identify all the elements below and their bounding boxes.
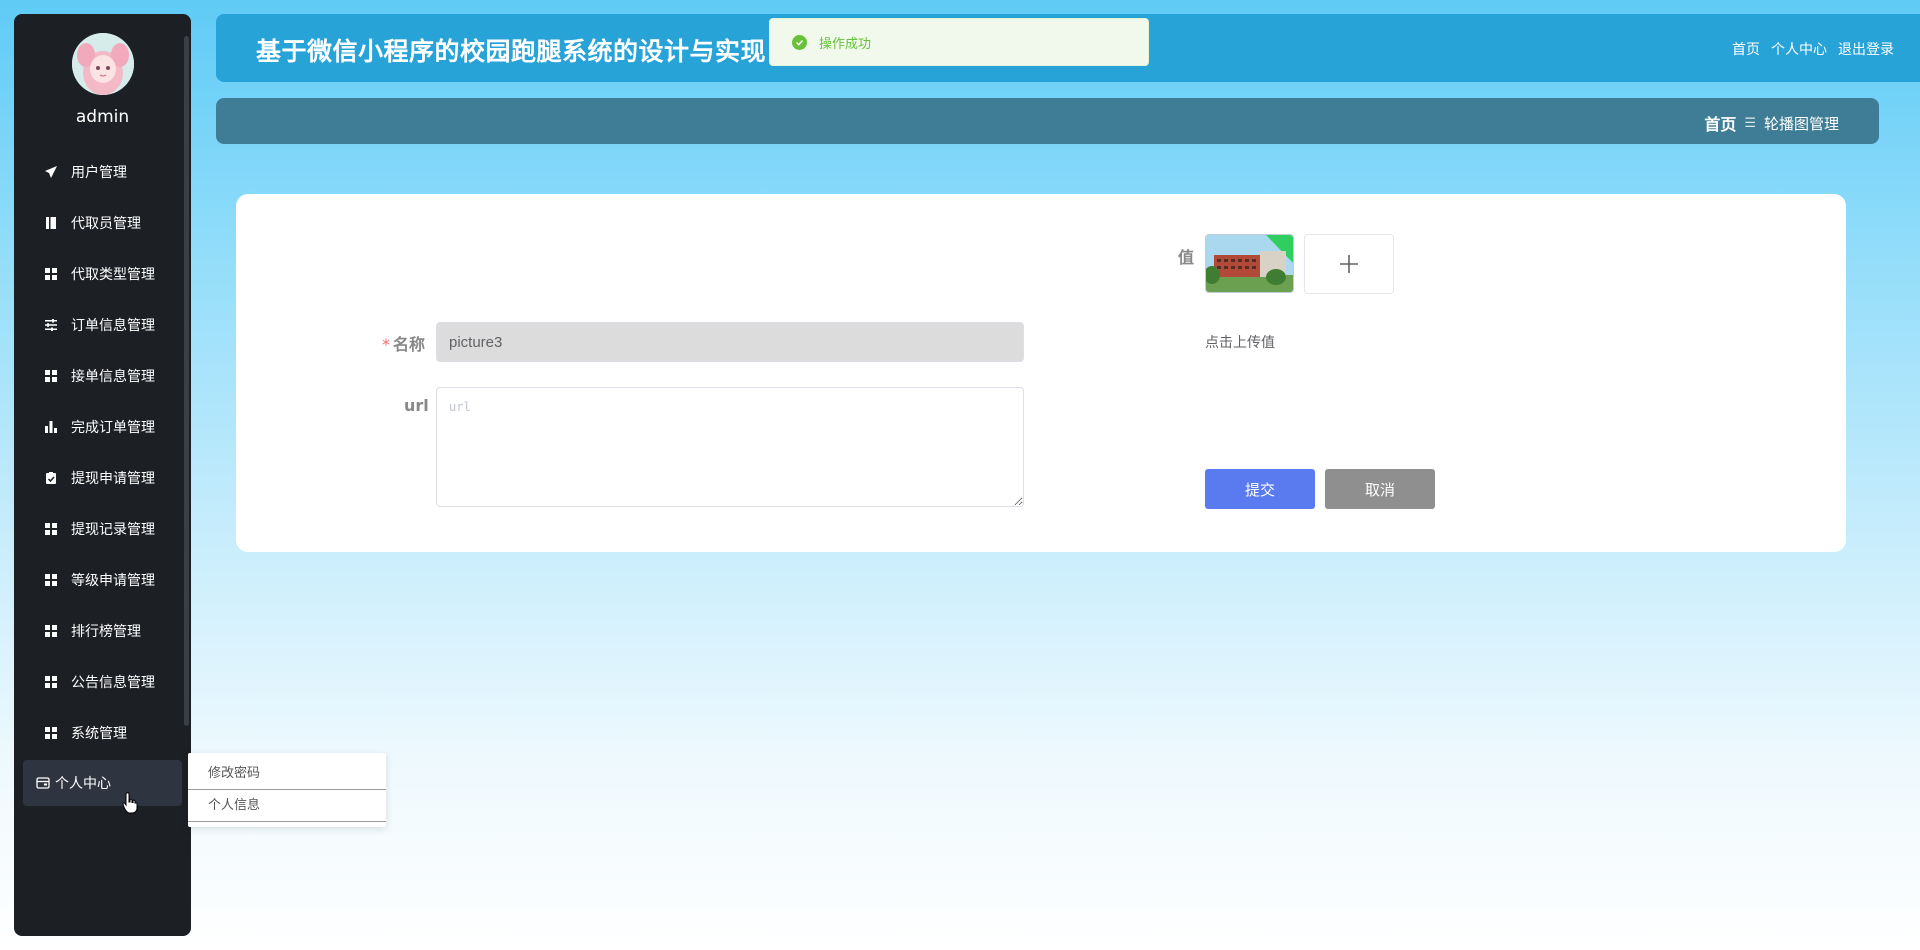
sidebar-item-order-info-management[interactable]: 订单信息管理 — [14, 299, 191, 350]
personal-center-dropdown: 修改密码 个人信息 — [188, 753, 386, 827]
submit-button[interactable]: 提交 — [1205, 469, 1315, 509]
sidebar-item-label: 代取员管理 — [71, 215, 141, 232]
grid-icon — [45, 726, 57, 739]
avatar — [72, 33, 134, 95]
sidebar-item-pickup-type-management[interactable]: 代取类型管理 — [14, 248, 191, 299]
form-card: *名称 url 值 点击上传值 提交 取消 — [236, 194, 1846, 552]
sidebar-item-label: 代取类型管理 — [71, 266, 155, 283]
sidebar-item-label: 个人中心 — [55, 776, 111, 792]
grid-icon — [45, 369, 57, 382]
sidebar-item-label: 完成订单管理 — [71, 419, 155, 436]
sidebar-item-label: 提现申请管理 — [71, 470, 155, 487]
sidebar-item-user-management[interactable]: 用户管理 — [14, 146, 191, 197]
url-input[interactable] — [436, 387, 1024, 507]
upload-hint: 点击上传值 — [1205, 335, 1275, 351]
sliders-icon — [45, 318, 57, 331]
check-circle-icon — [792, 34, 807, 50]
required-mark: * — [382, 335, 390, 354]
breadcrumb-home[interactable]: 首页 — [1704, 111, 1736, 135]
breadcrumb: 首页 ☰ 轮播图管理 — [1704, 111, 1839, 135]
sidebar-item-label: 用户管理 — [71, 164, 127, 181]
sidebar-item-ranking-management[interactable]: 排行榜管理 — [14, 605, 191, 656]
header-links: 首页 个人中心 退出登录 — [1732, 39, 1894, 59]
cancel-button[interactable]: 取消 — [1325, 469, 1435, 509]
name-input[interactable] — [436, 322, 1024, 362]
sidebar-item-label: 等级申请管理 — [71, 572, 155, 589]
breadcrumb-current: 轮播图管理 — [1763, 114, 1839, 133]
success-toast: 操作成功 — [769, 18, 1149, 66]
sidebar-item-label: 排行榜管理 — [71, 623, 141, 640]
sidebar-item-accept-order-management[interactable]: 接单信息管理 — [14, 350, 191, 401]
hand-cursor-icon — [122, 792, 138, 814]
breadcrumb-separator-icon: ☰ — [1744, 115, 1756, 131]
uploaded-image-thumbnail[interactable] — [1205, 234, 1294, 293]
bar-chart-icon — [45, 420, 57, 433]
sidebar-item-label: 系统管理 — [71, 725, 127, 742]
sidebar-menu: 用户管理 代取员管理 代取类型管理 订单信息管理 接单信息管理 完成订单管理 提… — [14, 146, 191, 806]
grid-icon — [45, 675, 57, 688]
dropdown-item-personal-info[interactable]: 个人信息 — [188, 790, 386, 822]
wallet-icon — [36, 777, 50, 789]
grid-icon — [45, 267, 57, 280]
sidebar-item-completed-order-management[interactable]: 完成订单管理 — [14, 401, 191, 452]
dropdown-item-change-password[interactable]: 修改密码 — [188, 758, 386, 790]
sidebar-item-courier-management[interactable]: 代取员管理 — [14, 197, 191, 248]
toast-message: 操作成功 — [819, 36, 872, 52]
sidebar-item-label: 接单信息管理 — [71, 368, 155, 385]
sidebar-item-label: 提现记录管理 — [71, 521, 155, 538]
header-link-personal-center[interactable]: 个人中心 — [1771, 39, 1827, 59]
sidebar-item-level-apply-management[interactable]: 等级申请管理 — [14, 554, 191, 605]
header-link-logout[interactable]: 退出登录 — [1838, 39, 1894, 59]
sidebar-item-label: 订单信息管理 — [71, 317, 155, 334]
grid-icon — [45, 624, 57, 637]
name-label: * 名称 — [382, 331, 425, 355]
sidebar-item-withdraw-apply-management[interactable]: 提现申请管理 — [14, 452, 191, 503]
app-title: 基于微信小程序的校园跑腿系统的设计与实现 — [256, 37, 767, 66]
upload-button[interactable] — [1304, 234, 1394, 294]
grid-icon — [45, 573, 57, 586]
username: admin — [75, 107, 130, 127]
header-link-home[interactable]: 首页 — [1732, 39, 1760, 59]
sidebar-item-system-management[interactable]: 系统管理 — [14, 707, 191, 758]
sidebar-item-withdraw-record-management[interactable]: 提现记录管理 — [14, 503, 191, 554]
sidebar-item-label: 公告信息管理 — [71, 674, 155, 691]
name-label-text: 名称 — [393, 335, 426, 354]
plus-icon — [1340, 255, 1358, 273]
send-icon — [45, 165, 57, 178]
book-icon — [46, 216, 56, 229]
sidebar: admin 用户管理 代取员管理 代取类型管理 订单信息管理 接单信息管理 完成… — [14, 14, 191, 936]
url-label: url — [404, 396, 429, 415]
sidebar-item-notice-management[interactable]: 公告信息管理 — [14, 656, 191, 707]
grid-icon — [45, 522, 57, 535]
value-label: 值 — [1178, 248, 1195, 267]
clipboard-check-icon — [46, 471, 56, 484]
breadcrumb-bar: 首页 ☰ 轮播图管理 — [216, 98, 1879, 144]
sidebar-item-personal-center[interactable]: 个人中心 — [23, 760, 182, 806]
